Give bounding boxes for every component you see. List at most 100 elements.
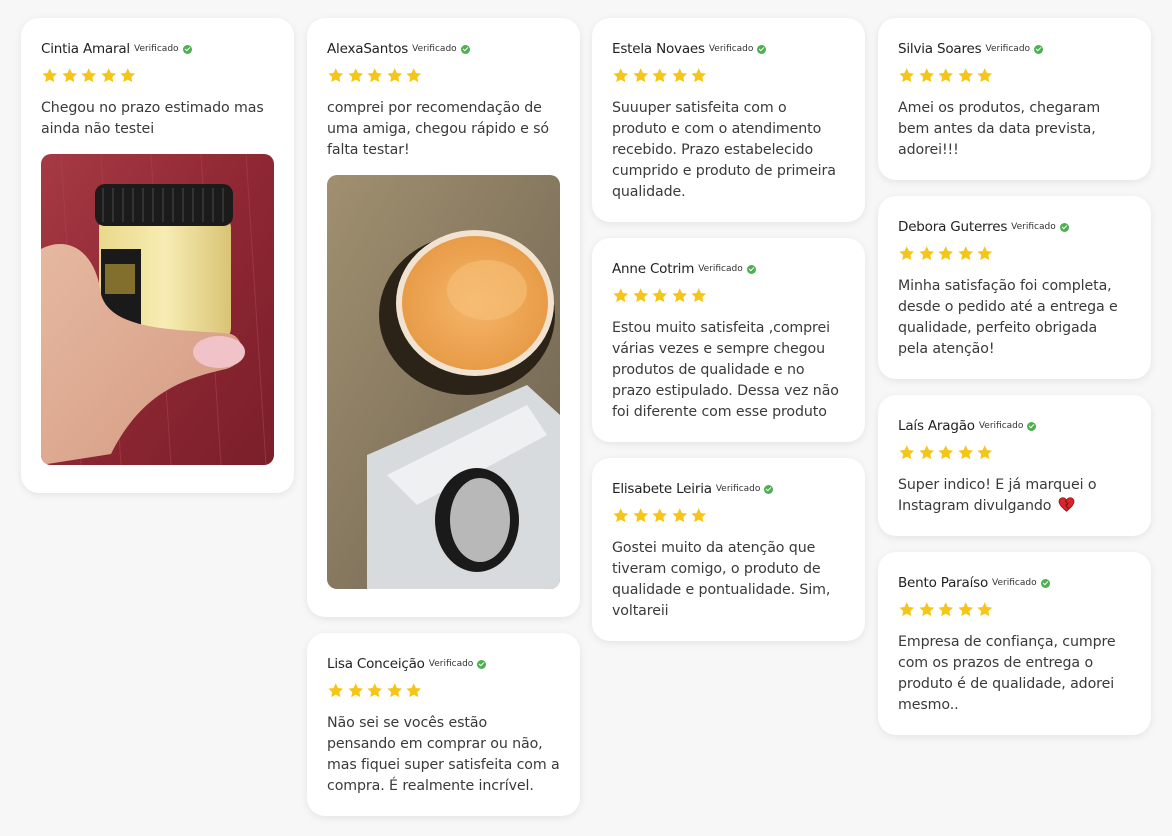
star-icon (937, 67, 955, 84)
review-header: Lisa Conceição Verificado (327, 655, 560, 673)
review-text: Gostei muito da atenção que tiveram comi… (612, 540, 831, 619)
reviewer-name: Bento Paraíso (898, 575, 989, 591)
star-icon (366, 682, 384, 699)
verified-check-icon (1059, 222, 1069, 232)
review-header: AlexaSantos Verificado (327, 40, 560, 58)
star-icon (976, 245, 994, 262)
star-icon (976, 444, 994, 461)
verified-check-icon (1027, 421, 1037, 431)
review-text: Empresa de confiança, cumpre com os praz… (898, 634, 1116, 713)
heart-icon (1058, 497, 1075, 512)
verified-check-icon (746, 264, 756, 274)
verified-check-icon (757, 44, 767, 54)
review-card: Lisa Conceição Verificado Não sei se voc… (307, 633, 580, 816)
star-icon (651, 507, 669, 524)
star-icon (671, 287, 689, 304)
reviewer-name: Elisabete Leiria (612, 481, 712, 497)
reviewer-name: Debora Guterres (898, 219, 1008, 235)
star-rating (612, 67, 845, 85)
star-icon (632, 287, 650, 304)
verified-check-icon (182, 44, 192, 54)
review-card: Laís Aragão Verificado Super indico! E j… (878, 395, 1151, 536)
star-icon (898, 601, 916, 618)
star-icon (976, 67, 994, 84)
star-icon (671, 507, 689, 524)
star-rating (612, 507, 845, 525)
verified-label: Verificado (978, 421, 1024, 431)
verified-label: Verificado (428, 659, 474, 669)
reviewer-name: Silvia Soares (898, 41, 982, 57)
reviewer-name: Anne Cotrim (612, 261, 695, 277)
review-card: Cintia Amaral Verificado Chegou no prazo… (21, 18, 294, 493)
verified-label: Verificado (1011, 222, 1056, 232)
star-icon (918, 444, 936, 461)
star-icon (632, 507, 650, 524)
star-icon (671, 67, 689, 84)
star-icon (405, 682, 423, 699)
star-icon (119, 67, 137, 84)
verified-label: Verificado (985, 44, 1031, 54)
star-icon (898, 67, 916, 84)
star-icon (976, 601, 994, 618)
review-text: Chegou no prazo estimado mas ainda não t… (41, 100, 264, 137)
verified-check-icon (460, 44, 470, 54)
review-card: Estela Novaes Verificado Suuuper satisfe… (592, 18, 865, 222)
star-icon (957, 67, 975, 84)
review-header: Cintia Amaral Verificado (41, 40, 274, 58)
star-icon (690, 287, 708, 304)
reviewer-name: AlexaSantos (327, 41, 409, 57)
review-text: Suuuper satisfeita com o produto e com o… (612, 100, 836, 200)
star-icon (632, 67, 650, 84)
verified-check-icon (1040, 578, 1050, 588)
star-icon (612, 67, 630, 84)
star-icon (937, 601, 955, 618)
reviewer-name: Laís Aragão (898, 418, 975, 434)
star-icon (612, 287, 630, 304)
reviewer-name: Lisa Conceição (327, 656, 425, 672)
star-icon (327, 682, 345, 699)
review-card: Anne Cotrim Verificado Estou muito satis… (592, 238, 865, 442)
star-rating (327, 67, 560, 85)
review-card: Debora Guterres Verificado Minha satisfa… (878, 196, 1151, 379)
star-icon (347, 67, 365, 84)
review-card: Elisabete Leiria Verificado Gostei muito… (592, 458, 865, 641)
verified-label: Verificado (992, 578, 1037, 588)
star-icon (386, 67, 404, 84)
review-text: comprei por recomendação de uma amiga, c… (327, 100, 549, 158)
reviewer-name: Cintia Amaral (41, 41, 130, 57)
star-icon (366, 67, 384, 84)
star-icon (957, 245, 975, 262)
star-rating (898, 601, 1131, 619)
verified-check-icon (764, 484, 774, 494)
review-header: Debora Guterres Verificado (898, 218, 1131, 236)
star-icon (937, 444, 955, 461)
review-text: Estou muito satisfeita ,comprei várias v… (612, 320, 839, 420)
star-icon (957, 601, 975, 618)
verified-check-icon (1034, 44, 1044, 54)
review-text-container: Super indico! E já marquei o Instagram d… (898, 475, 1131, 517)
review-header: Estela Novaes Verificado (612, 40, 845, 58)
verified-label: Verificado (698, 264, 743, 274)
review-photo[interactable] (41, 154, 274, 465)
star-icon (386, 682, 404, 699)
star-rating (327, 682, 560, 700)
star-rating (898, 67, 1131, 85)
star-rating (612, 287, 845, 305)
review-photo[interactable] (327, 175, 560, 589)
star-icon (918, 67, 936, 84)
verified-check-icon (477, 659, 487, 669)
verified-label: Verificado (708, 44, 754, 54)
review-text: Não sei se vocês estão pensando em compr… (327, 715, 560, 794)
star-icon (918, 245, 936, 262)
star-icon (957, 444, 975, 461)
review-card: Bento Paraíso Verificado Empresa de conf… (878, 552, 1151, 735)
star-icon (405, 67, 423, 84)
star-rating (898, 245, 1131, 263)
star-icon (690, 67, 708, 84)
review-card: AlexaSantos Verificado comprei por recom… (307, 18, 580, 617)
star-icon (41, 67, 59, 84)
star-icon (918, 601, 936, 618)
review-text: Minha satisfação foi completa, desde o p… (898, 278, 1118, 357)
verified-label: Verificado (715, 484, 761, 494)
star-icon (651, 287, 669, 304)
